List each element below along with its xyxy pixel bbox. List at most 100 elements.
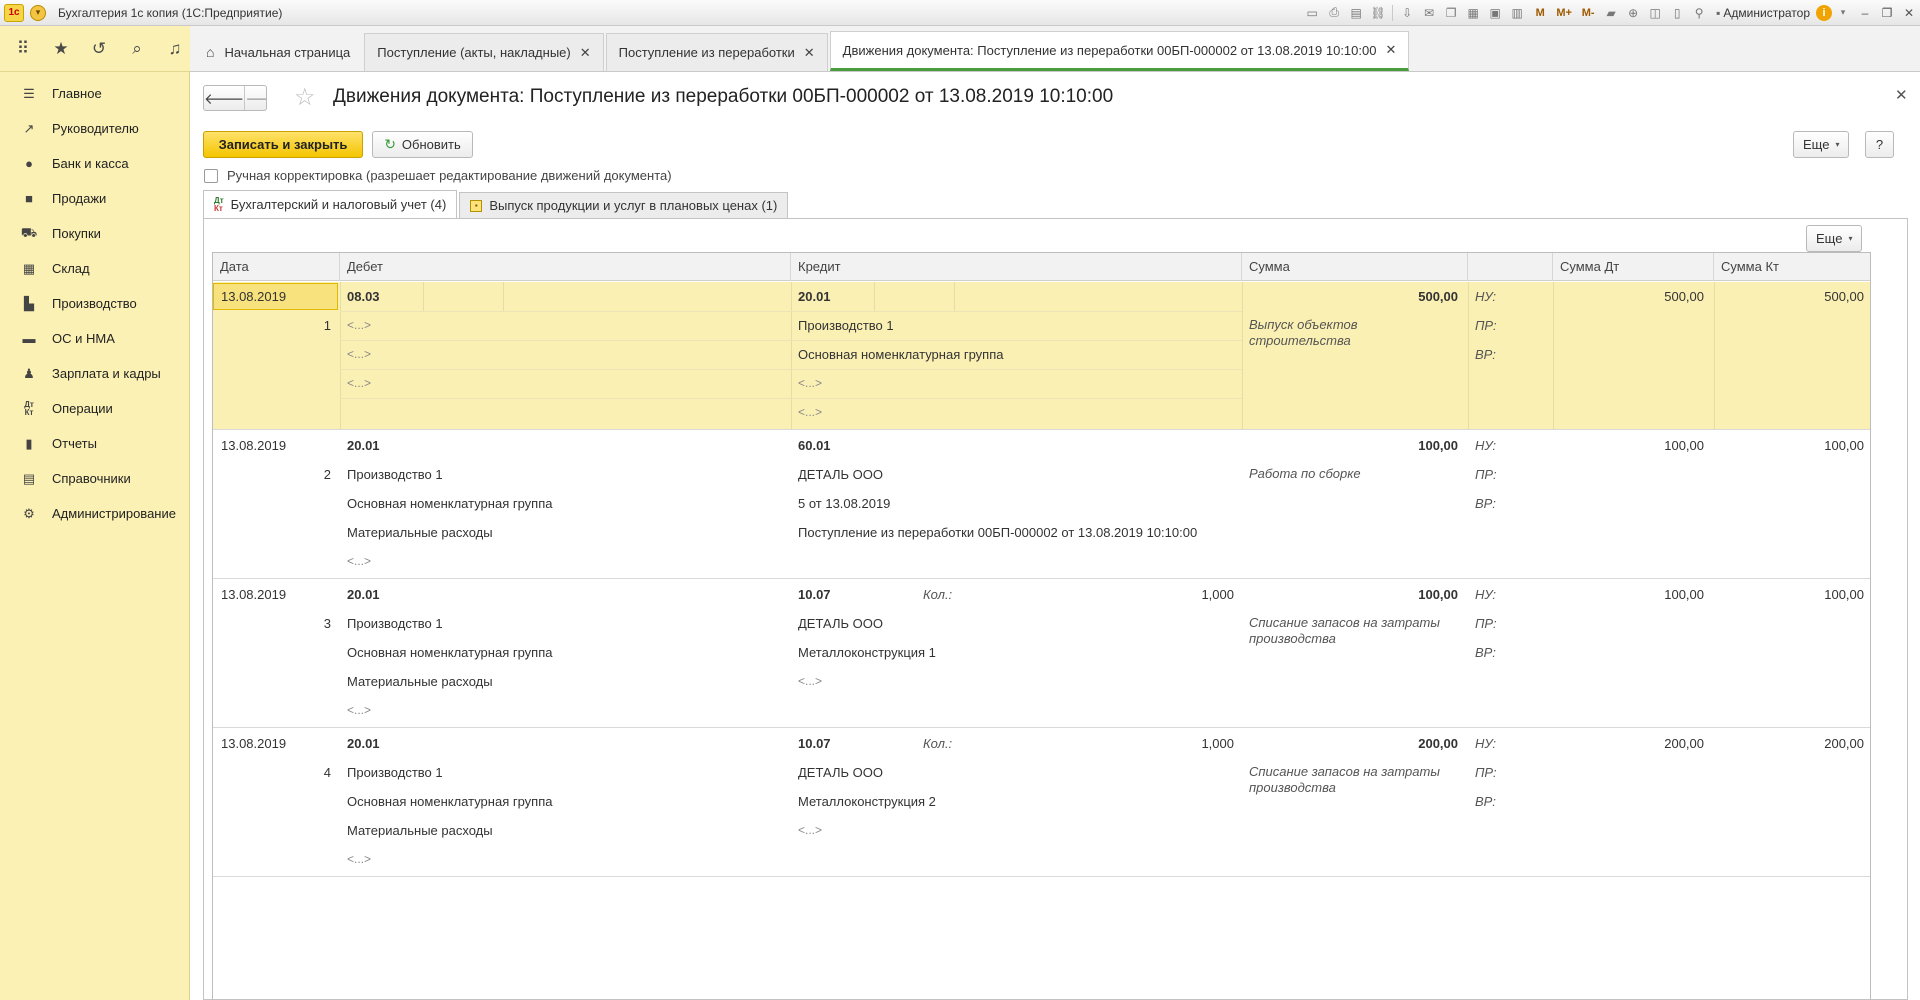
sidebar-item-production[interactable]: ▙ Производство	[0, 286, 189, 321]
vr-label: ВР:	[1475, 496, 1496, 511]
table-row[interactable]: 13.08.2019 4 20.01 Производство 1 Основная н…	[213, 729, 1870, 877]
column-credit[interactable]: Кредит	[791, 253, 1242, 281]
copy-icon[interactable]: ❐	[1440, 2, 1462, 24]
credit-subconto: <...>	[798, 405, 823, 419]
table-row[interactable]: 13.08.2019 1 08.03 <...> <...> <...> 20.01 Прои…	[213, 282, 1870, 430]
preview-icon[interactable]: ▤	[1345, 2, 1367, 24]
sidebar-item-label: Склад	[52, 261, 90, 276]
info-icon[interactable]: i	[1816, 4, 1832, 21]
column-debit[interactable]: Дебет	[340, 253, 791, 281]
sidebar-item-warehouse[interactable]: ▦ Склад	[0, 251, 189, 286]
spreadsheet-icon[interactable]: ▦	[1462, 2, 1484, 24]
mail-icon[interactable]: ✉	[1418, 2, 1440, 24]
column-sum-kt[interactable]: Сумма Кт	[1714, 253, 1870, 281]
star-icon[interactable]: ★	[48, 36, 74, 62]
help-button[interactable]: ?	[1865, 131, 1894, 158]
close-icon[interactable]: ✕	[580, 45, 591, 61]
bell-icon[interactable]: ♫	[162, 36, 188, 62]
column-date[interactable]: Дата	[213, 253, 340, 281]
more-button[interactable]: Еще ▾	[1793, 131, 1850, 158]
tab-panel: Еще ▾ Дата Дебет Кредит Сумма Сумма Дт С…	[203, 218, 1908, 1000]
table-row[interactable]: 13.08.2019 3 20.01 Производство 1 Основная н…	[213, 580, 1870, 728]
close-icon[interactable]: ✕	[1895, 86, 1908, 104]
restore-button[interactable]: ❐	[1876, 2, 1898, 24]
quantity-value: 1,000	[1201, 587, 1234, 602]
bag-icon: ■	[25, 191, 33, 206]
credit-subconto: ДЕТАЛЬ ООО	[798, 467, 883, 482]
sidebar-item-purchases[interactable]: ⛟ Покупки	[0, 216, 189, 251]
sidebar-item-bank[interactable]: ● Банк и касса	[0, 146, 189, 181]
zoom-icon[interactable]: ⊕	[1622, 2, 1644, 24]
refresh-button[interactable]: ↻ Обновить	[372, 131, 473, 158]
main-menu-button[interactable]: ▾	[30, 4, 46, 21]
chevron-down-icon: ▾	[1848, 234, 1853, 243]
row-number: 3	[323, 616, 331, 631]
tab-accounting-tax[interactable]: Дт Кт Бухгалтерский и налоговый учет (4)	[203, 190, 458, 218]
table-more-button[interactable]: Еще ▾	[1806, 225, 1863, 252]
memory-plus-button[interactable]: M+	[1552, 2, 1576, 24]
manual-correction[interactable]: Ручная корректировка (разрешает редактир…	[204, 168, 672, 183]
chevron-down-icon[interactable]: ▾	[1832, 2, 1854, 24]
apps-grid-icon[interactable]: ⠿	[10, 36, 36, 62]
manual-correction-checkbox[interactable]	[204, 168, 218, 183]
back-arrow-icon[interactable]: 🡐	[204, 86, 244, 110]
column-sum[interactable]: Сумма	[1242, 253, 1468, 281]
download-icon[interactable]: ⇩	[1396, 2, 1418, 24]
sidebar-item-catalogs[interactable]: ▤ Справочники	[0, 461, 189, 496]
save-and-close-button[interactable]: Записать и закрыть	[203, 131, 363, 158]
movements-table[interactable]: Дата Дебет Кредит Сумма Сумма Дт Сумма К…	[212, 252, 1871, 1000]
bar-chart-icon: ▮	[25, 435, 33, 451]
row-number: 1	[323, 318, 331, 333]
sidebar-item-admin[interactable]: ⚙ Администрирование	[0, 496, 189, 531]
search-icon[interactable]: ⌕	[124, 36, 150, 62]
sidebar-item-label: Администрирование	[52, 506, 176, 521]
sidebar-item-operations[interactable]: Дт Кт Операции	[0, 391, 189, 426]
memory-button[interactable]: M	[1528, 2, 1552, 24]
register-tabs: Дт Кт Бухгалтерский и налоговый учет (4) …	[203, 190, 789, 218]
vr-label: ВР:	[1475, 645, 1496, 660]
table-row[interactable]: 13.08.2019 2 20.01 Производство 1 Основная н…	[213, 431, 1870, 579]
forward-arrow-icon[interactable]: 🡒	[244, 86, 266, 110]
tab-planned-output[interactable]: ▪ Выпуск продукции и услуг в плановых це…	[459, 192, 789, 218]
truck-icon: ▬	[22, 331, 36, 346]
title-bar: 1с ▾ Бухгалтерия 1с копия (1С:Предприяти…	[0, 0, 1920, 26]
sidebar-item-sales[interactable]: ■ Продажи	[0, 181, 189, 216]
debit-account: 20.01	[347, 736, 380, 751]
panels-icon[interactable]: ◫	[1644, 2, 1666, 24]
debit-account: 20.01	[347, 438, 380, 453]
folder-icon[interactable]: ▰	[1600, 2, 1622, 24]
pr-label: ПР:	[1475, 765, 1497, 780]
favorite-star-icon[interactable]: ☆	[294, 83, 316, 112]
sidebar-item-reports[interactable]: ▮ Отчеты	[0, 426, 189, 461]
tab-processing-receipt[interactable]: Поступление из переработки ✕	[605, 33, 828, 71]
minimize-button[interactable]: –	[1854, 2, 1876, 24]
column-sum-dt[interactable]: Сумма Дт	[1553, 253, 1714, 281]
sidebar-item-fixed-assets[interactable]: ▬ ОС и НМА	[0, 321, 189, 356]
link-icon[interactable]: ⛓	[1367, 2, 1389, 24]
factory-icon: ▙	[24, 295, 34, 311]
tab-document-movements[interactable]: Движения документа: Поступление из перер…	[829, 31, 1410, 71]
close-window-button[interactable]: ✕	[1898, 2, 1920, 24]
layout-icon[interactable]: ▯	[1666, 2, 1688, 24]
tab-home[interactable]: ⌂ Начальная страница	[194, 33, 362, 71]
sidebar-item-payroll[interactable]: ♟ Зарплата и кадры	[0, 356, 189, 391]
user-menu[interactable]: ▪ Администратор	[1716, 6, 1810, 20]
sidebar-item-manager[interactable]: ↗ Руководителю	[0, 111, 189, 146]
calendar-icon[interactable]: ▣	[1484, 2, 1506, 24]
wrench-icon[interactable]: ⚲	[1688, 2, 1710, 24]
close-icon[interactable]: ✕	[804, 45, 815, 61]
calculator-icon[interactable]: ▥	[1506, 2, 1528, 24]
app-window: 1с ▾ Бухгалтерия 1с копия (1С:Предприяти…	[0, 0, 1920, 1000]
chart-trend-icon: ↗	[23, 120, 35, 136]
memory-minus-button[interactable]: M-	[1576, 2, 1600, 24]
tab-receipts[interactable]: Поступление (акты, накладные) ✕	[364, 33, 604, 71]
save-icon[interactable]: ▭	[1301, 2, 1323, 24]
debit-subconto: <...>	[347, 347, 372, 361]
sidebar-item-main[interactable]: ☰ Главное	[0, 76, 189, 111]
title-toolbar: ▭ ⎙ ▤ ⛓ ⇩ ✉ ❐ ▦ ▣ ▥ M M+ M- ▰ ⊕ ◫ ▯ ⚲ ▪ …	[1301, 0, 1920, 26]
sum-kt-value: 100,00	[1824, 438, 1864, 453]
history-icon[interactable]: ↺	[86, 36, 112, 62]
sum-kt-value: 500,00	[1824, 289, 1864, 304]
print-icon[interactable]: ⎙	[1323, 2, 1345, 24]
close-icon[interactable]: ✕	[1385, 42, 1396, 58]
